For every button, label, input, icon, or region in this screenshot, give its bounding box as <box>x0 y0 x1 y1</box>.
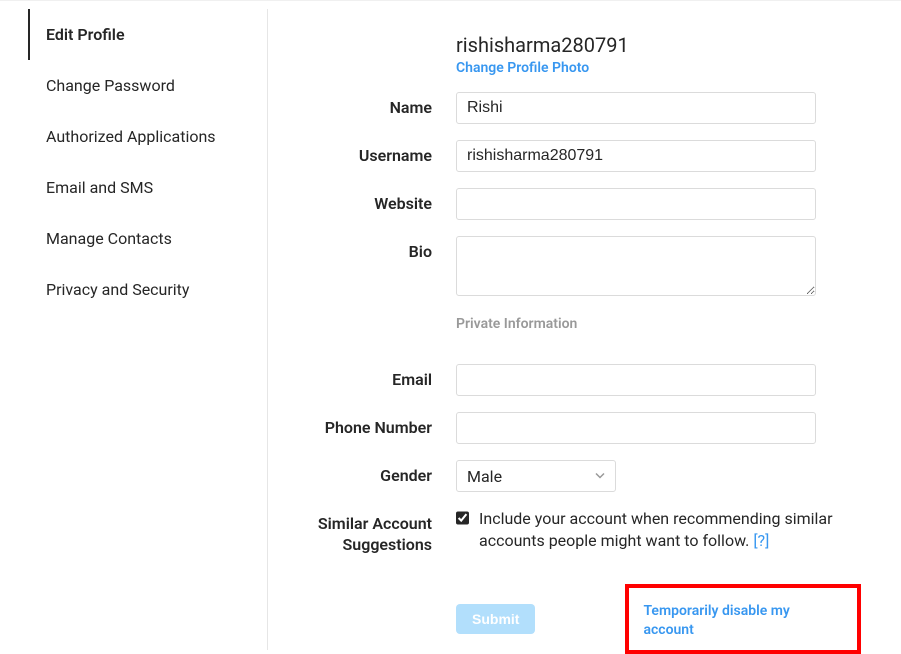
bio-label: Bio <box>288 236 456 261</box>
name-input[interactable] <box>456 92 816 124</box>
sidebar-item-label: Change Password <box>46 76 175 95</box>
gender-label: Gender <box>288 460 456 485</box>
header-content: rishisharma280791 Change Profile Photo <box>456 33 861 76</box>
submit-button[interactable]: Submit <box>456 604 535 634</box>
sidebar-item-manage-contacts[interactable]: Manage Contacts <box>28 213 267 264</box>
website-input[interactable] <box>456 188 816 220</box>
profile-header: rishisharma280791 Change Profile Photo <box>288 33 861 76</box>
sidebar-item-label: Email and SMS <box>46 178 153 197</box>
suggestions-label-line1: Similar Account <box>318 514 432 533</box>
sidebar-item-change-password[interactable]: Change Password <box>28 60 267 111</box>
sidebar-item-label: Edit Profile <box>46 25 125 44</box>
change-photo-link[interactable]: Change Profile Photo <box>456 60 861 76</box>
gender-select[interactable]: Male <box>456 460 616 492</box>
username-title: rishisharma280791 <box>456 33 861 57</box>
phone-label: Phone Number <box>288 412 456 437</box>
private-info-heading: Private Information <box>456 316 861 332</box>
sidebar-item-authorized-applications[interactable]: Authorized Applications <box>28 111 267 162</box>
suggestions-label-line2: Suggestions <box>343 535 432 554</box>
sidebar-item-label: Privacy and Security <box>46 280 189 299</box>
email-input[interactable] <box>456 364 816 396</box>
phone-input[interactable] <box>456 412 816 444</box>
sidebar-item-label: Authorized Applications <box>46 127 216 146</box>
name-label: Name <box>288 92 456 117</box>
sidebar-item-email-sms[interactable]: Email and SMS <box>28 162 267 213</box>
sidebar-item-privacy-security[interactable]: Privacy and Security <box>28 264 267 315</box>
website-label: Website <box>288 188 456 213</box>
sidebar-item-edit-profile[interactable]: Edit Profile <box>28 9 267 60</box>
email-label: Email <box>288 364 456 389</box>
disable-account-link[interactable]: Temporarily disable my account <box>643 603 789 638</box>
settings-container: Edit Profile Change Password Authorized … <box>0 0 901 650</box>
username-input[interactable] <box>456 140 816 172</box>
bio-input[interactable] <box>456 236 816 296</box>
username-label: Username <box>288 140 456 165</box>
suggestions-checkbox[interactable] <box>456 510 469 526</box>
main-content: rishisharma280791 Change Profile Photo N… <box>268 9 901 650</box>
sidebar-item-label: Manage Contacts <box>46 229 172 248</box>
suggestions-description: Include your account when recommending s… <box>479 508 861 553</box>
sidebar: Edit Profile Change Password Authorized … <box>28 9 268 650</box>
disable-account-highlight: Temporarily disable my account <box>625 584 861 654</box>
suggestions-help-link[interactable]: [?] <box>753 531 769 550</box>
suggestions-label: Similar Account Suggestions <box>288 508 456 556</box>
